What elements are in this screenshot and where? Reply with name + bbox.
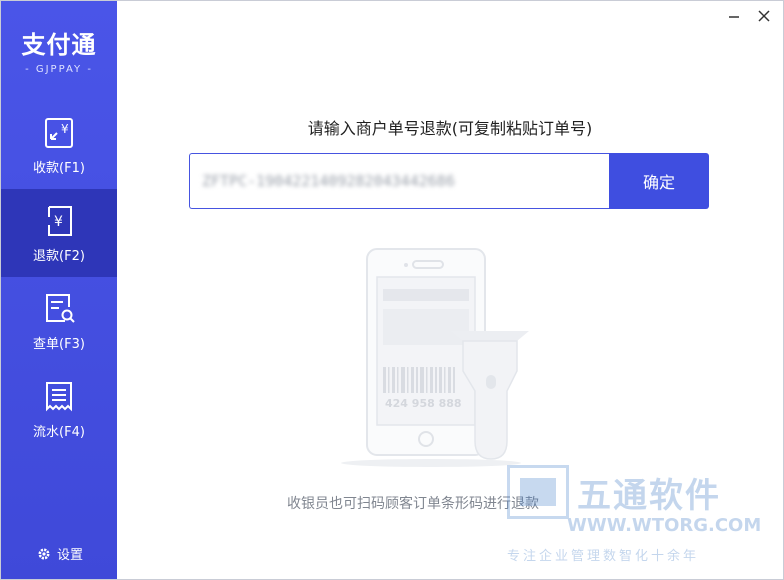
- svg-text:¥: ¥: [61, 122, 69, 136]
- logo-subtitle: - GJPPAY -: [25, 64, 93, 75]
- sidebar-item-ledger[interactable]: 流水(F4): [1, 365, 117, 453]
- order-number-value: ZFTPC-1904221409282043442686: [202, 172, 455, 190]
- confirm-button[interactable]: 确定: [609, 153, 709, 209]
- receive-icon: ¥: [45, 118, 73, 148]
- sidebar-item-label: 查单(F3): [33, 337, 85, 352]
- sidebar-item-query[interactable]: 查单(F3): [1, 277, 117, 365]
- sidebar: 支付通 - GJPPAY - ¥ 收款(F1) ¥ 退款(F2) 查单(F3) …: [1, 1, 117, 579]
- logo: 支付通 - GJPPAY -: [1, 25, 117, 75]
- query-icon: [46, 294, 75, 323]
- watermark-url: WWW.WTORG.COM: [567, 515, 762, 536]
- sidebar-item-refund[interactable]: ¥ 退款(F2): [1, 189, 117, 277]
- minimize-icon[interactable]: [727, 9, 741, 23]
- app-window: 支付通 - GJPPAY - ¥ 收款(F1) ¥ 退款(F2) 查单(F3) …: [0, 0, 784, 580]
- refund-icon: ¥: [48, 206, 72, 236]
- settings-label: 设置: [57, 548, 84, 563]
- sidebar-item-receive[interactable]: ¥ 收款(F1): [1, 101, 117, 189]
- refund-input-row: ZFTPC-1904221409282043442686 确定: [189, 153, 709, 209]
- svg-text:¥: ¥: [54, 214, 63, 230]
- settings-button[interactable]: 设置: [37, 544, 83, 563]
- close-icon[interactable]: [757, 9, 771, 23]
- order-number-input[interactable]: ZFTPC-1904221409282043442686: [189, 153, 609, 209]
- watermark-subtitle: 专注企业管理数智化十余年: [507, 549, 700, 564]
- ledger-icon: [46, 382, 72, 412]
- watermark-title: 五通软件: [577, 475, 721, 516]
- sidebar-item-label: 收款(F1): [33, 161, 85, 176]
- refund-prompt: 请输入商户单号退款(可复制粘贴订单号): [307, 119, 593, 138]
- sidebar-item-label: 流水(F4): [33, 425, 85, 440]
- window-controls: [727, 9, 771, 23]
- barcode-number: 424 958 888: [385, 397, 462, 410]
- scan-barcode-illustration: 424 958 888: [341, 248, 529, 467]
- gear-icon: [38, 548, 50, 559]
- logo-title: 支付通: [21, 31, 97, 59]
- watermark-logo: [507, 465, 569, 519]
- watermark: 五通软件 WWW.WTORG.COM 专注企业管理数智化十余年: [507, 465, 777, 575]
- sidebar-item-label: 退款(F2): [33, 249, 85, 264]
